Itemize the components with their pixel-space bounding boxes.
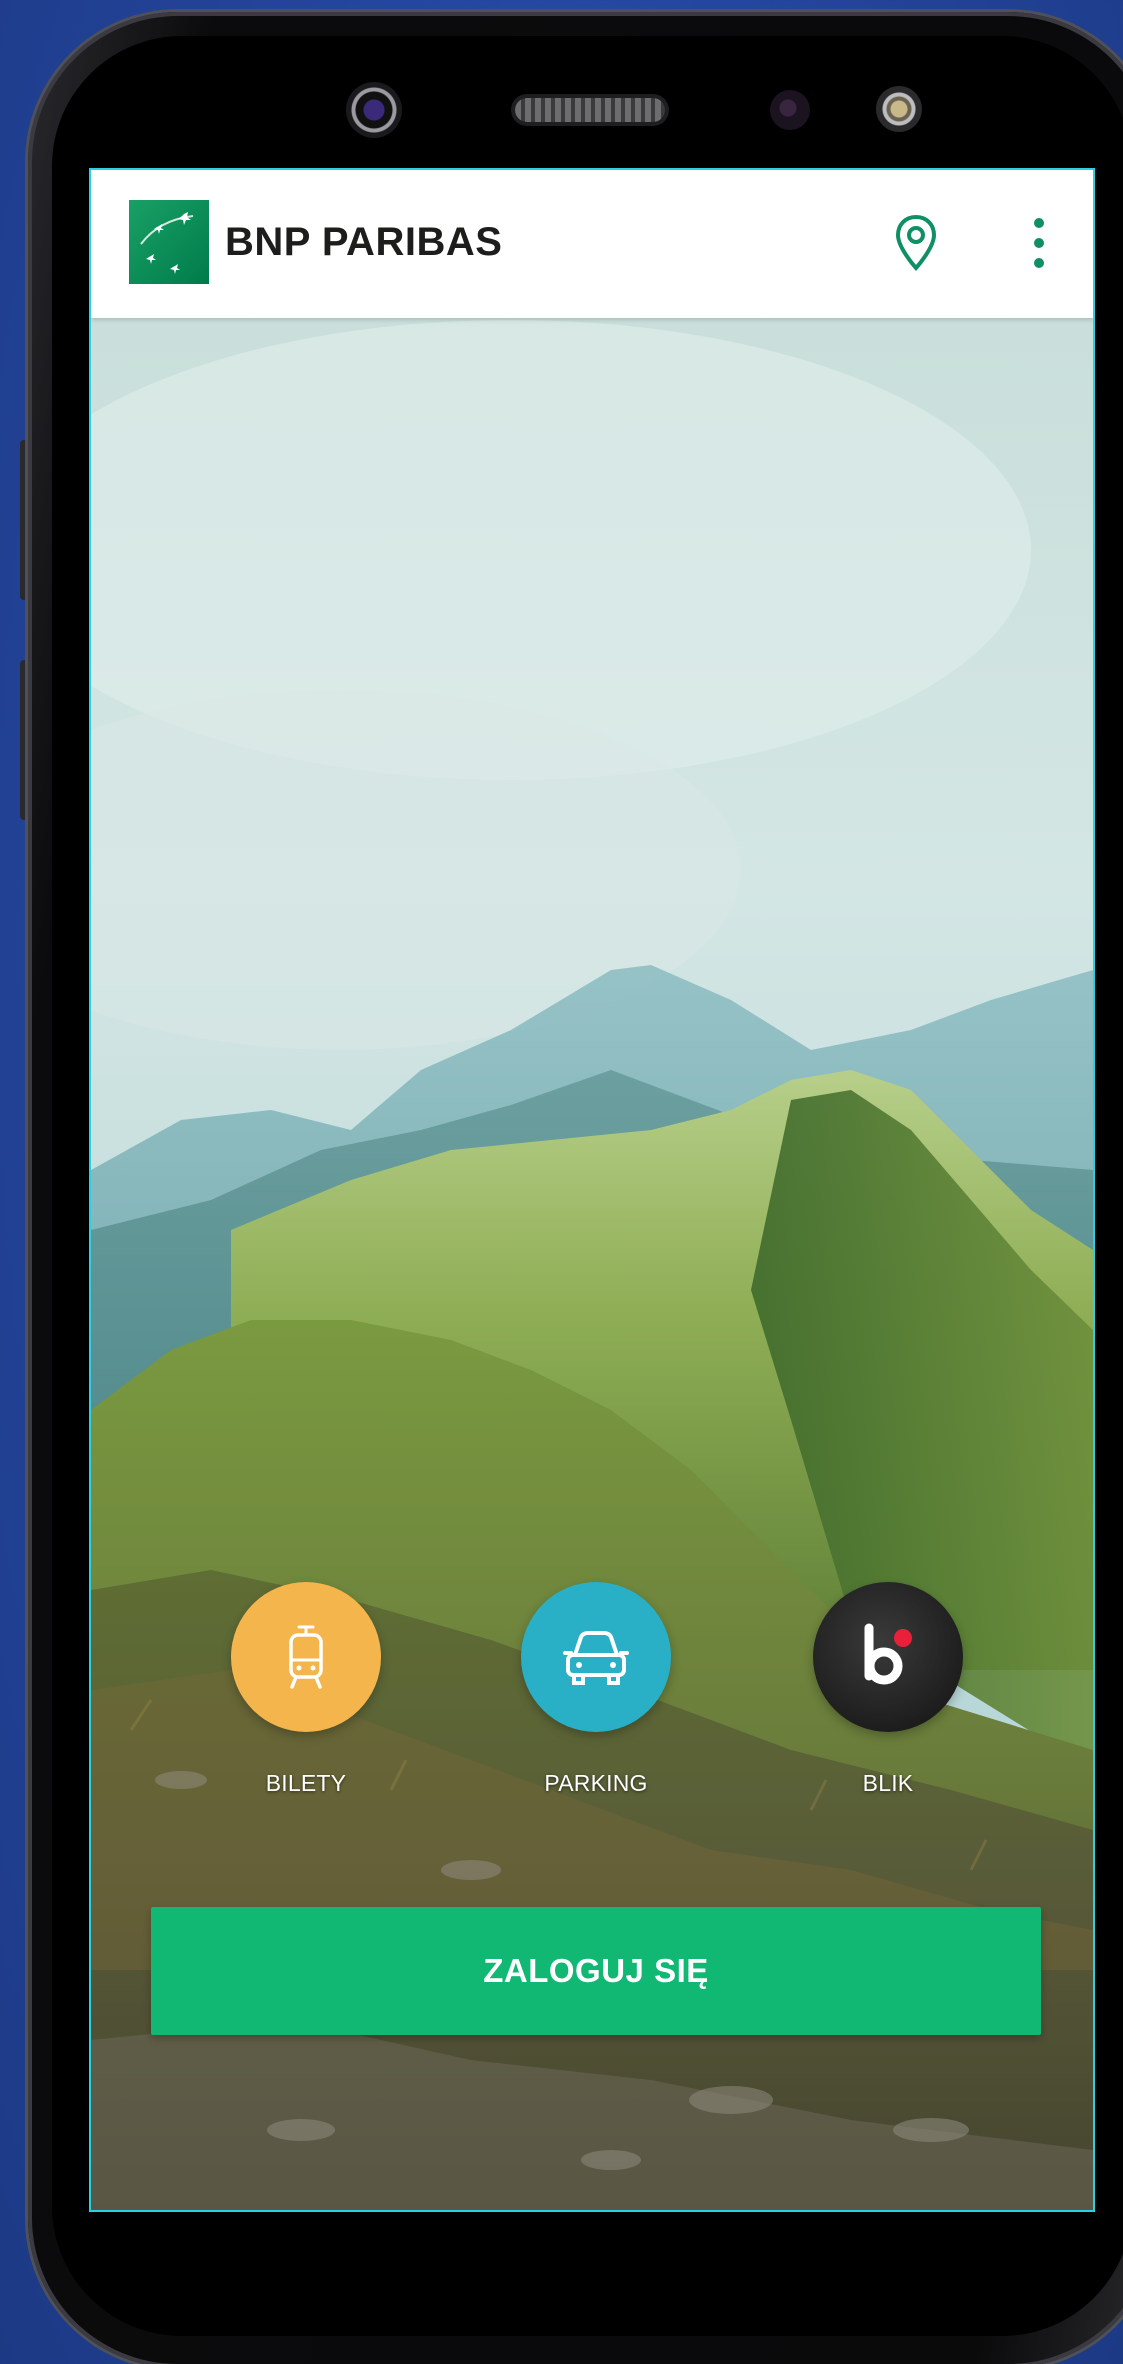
blik-label: BLIK <box>862 1770 914 1796</box>
tram-icon <box>289 1625 323 1689</box>
login-button[interactable]: ZALOGUJ SIĘ <box>151 1907 1041 2035</box>
bilety-label: BILETY <box>265 1770 347 1796</box>
quick-action-blik[interactable]: BLIK <box>813 1582 963 1797</box>
more-vert-icon <box>1034 218 1044 268</box>
earpiece-speaker <box>515 98 665 122</box>
flash-led <box>876 86 922 132</box>
blik-button[interactable] <box>813 1582 963 1732</box>
mountain-background <box>91 170 1093 2210</box>
bnp-paribas-logo-icon <box>129 200 209 284</box>
overflow-menu-button[interactable] <box>1009 208 1069 278</box>
quick-action-bilety[interactable]: BILETY <box>231 1582 381 1797</box>
brand-name: BNP PARIBAS <box>225 220 503 264</box>
app-screen: BNP PARIBAS BILETY PARKING BLIK ZALOGUJ … <box>91 170 1093 2210</box>
map-pin-icon <box>895 214 937 271</box>
front-camera <box>770 90 810 130</box>
blik-logo-icon <box>864 1623 912 1685</box>
branch-locator-button[interactable] <box>881 208 951 278</box>
rear-camera <box>346 82 402 138</box>
app-header: BNP PARIBAS <box>91 170 1093 318</box>
car-icon <box>563 1631 629 1685</box>
parking-label: PARKING <box>544 1770 648 1796</box>
parking-button[interactable] <box>521 1582 671 1732</box>
quick-action-parking[interactable]: PARKING <box>521 1582 671 1797</box>
bilety-button[interactable] <box>231 1582 381 1732</box>
